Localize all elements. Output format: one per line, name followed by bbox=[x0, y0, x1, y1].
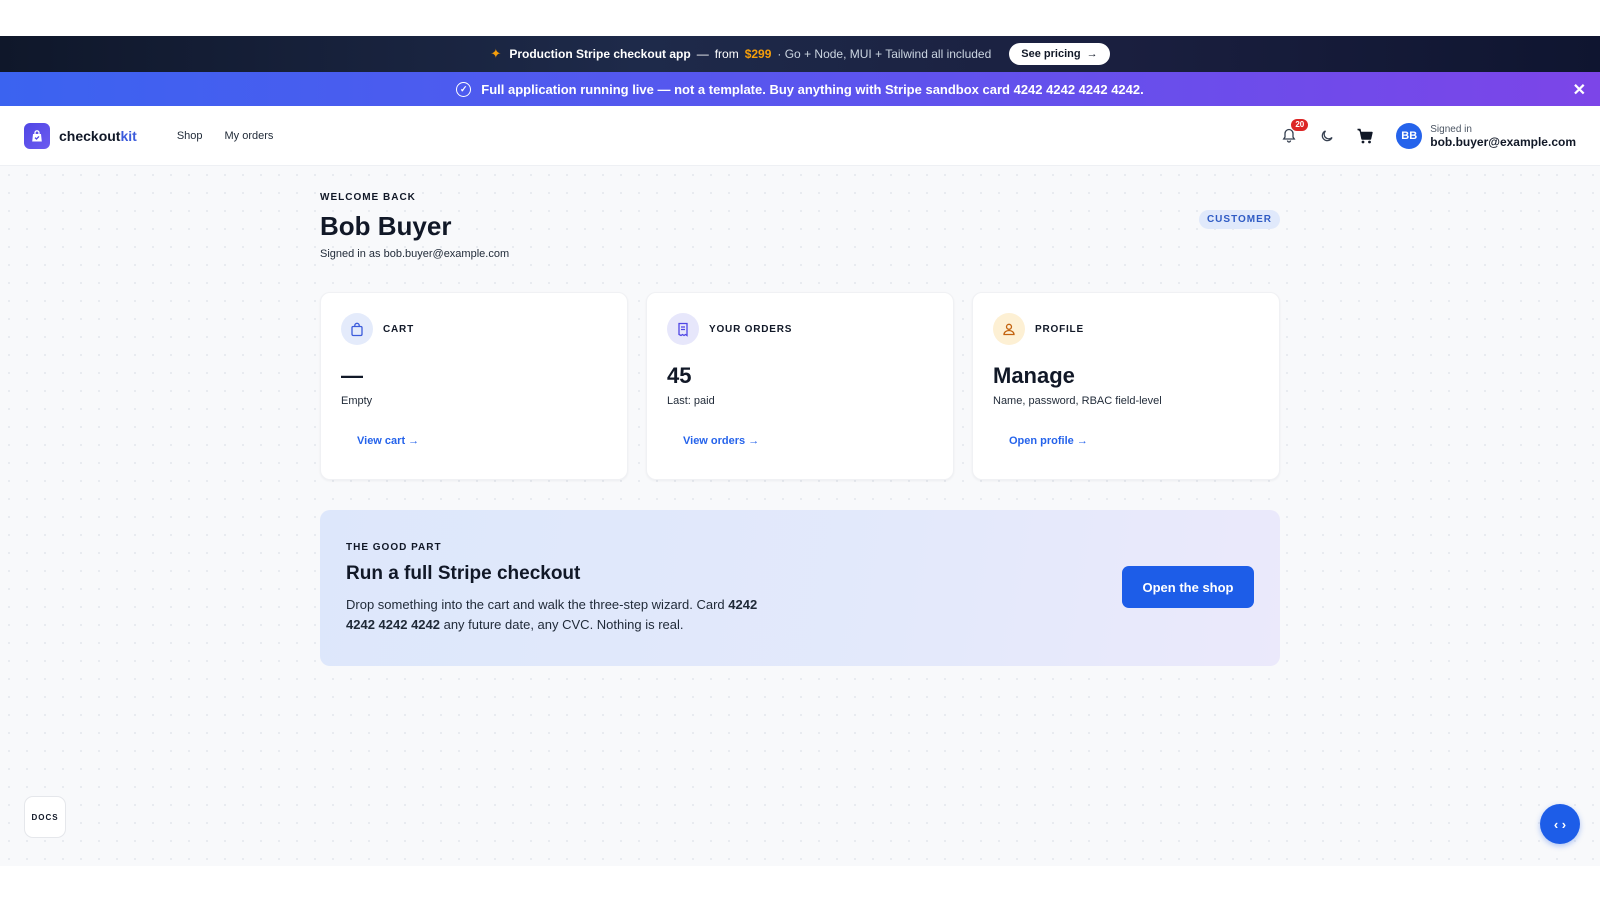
nav-links: Shop My orders bbox=[177, 130, 274, 142]
view-cart-link[interactable]: View cart → bbox=[357, 435, 419, 447]
cart-icon[interactable] bbox=[1356, 127, 1374, 145]
sparkle-icon: ✦ bbox=[490, 46, 502, 61]
moon-icon[interactable] bbox=[1320, 129, 1334, 143]
good-part-card: THE GOOD PART Run a full Stripe checkout… bbox=[320, 510, 1280, 666]
user-info: Signed in bob.buyer@example.com bbox=[1430, 124, 1576, 148]
logo[interactable]: checkoutkit bbox=[24, 122, 137, 149]
good-part-eyebrow: THE GOOD PART bbox=[346, 542, 442, 553]
top-nav: checkoutkit Shop My orders 20 BB Signed … bbox=[0, 106, 1600, 166]
profile-card: PROFILE Manage Name, password, RBAC fiel… bbox=[972, 292, 1280, 480]
orders-card: YOUR ORDERS 45 Last: paid View orders → bbox=[646, 292, 954, 480]
signed-in-text: Signed in as bob.buyer@example.com bbox=[320, 248, 510, 260]
logo-accent: kit bbox=[120, 127, 137, 144]
browser-top-margin bbox=[0, 0, 1600, 36]
nav-link-shop[interactable]: Shop bbox=[177, 130, 203, 142]
promo-from: from bbox=[714, 47, 739, 61]
see-pricing-label: See pricing bbox=[1021, 48, 1081, 60]
user-status-label: Signed in bbox=[1430, 123, 1472, 135]
logo-main: checkout bbox=[59, 127, 121, 144]
open-shop-button[interactable]: Open the shop bbox=[1122, 566, 1254, 608]
card-subtitle: Empty bbox=[341, 395, 373, 407]
summary-cards: CART — Empty View cart → YOUR ORDERS 45 … bbox=[320, 292, 1280, 480]
description-text-before: Drop something into the cart and walk th… bbox=[346, 597, 729, 612]
notice-text: Full application running live — not a te… bbox=[481, 81, 1144, 97]
card-value: Manage bbox=[993, 363, 1075, 388]
card-title: PROFILE bbox=[1035, 323, 1084, 335]
shopping-bag-icon bbox=[341, 313, 373, 345]
receipt-icon bbox=[667, 313, 699, 345]
good-part-title: Run a full Stripe checkout bbox=[346, 563, 581, 584]
avatar: BB bbox=[1396, 122, 1423, 149]
user-icon bbox=[993, 313, 1025, 345]
card-subtitle: Last: paid bbox=[667, 395, 715, 407]
logo-text: checkoutkit bbox=[59, 128, 137, 144]
good-part-description: Drop something into the cart and walk th… bbox=[346, 595, 776, 635]
card-title: YOUR ORDERS bbox=[709, 323, 793, 335]
card-value: 45 bbox=[667, 363, 692, 388]
page-title: Bob Buyer bbox=[320, 211, 452, 241]
dashboard-main: WELCOME BACK Bob Buyer Signed in as bob.… bbox=[0, 166, 1600, 866]
code-view-button[interactable]: ‹ › bbox=[1540, 804, 1580, 844]
role-badge: CUSTOMER bbox=[1198, 210, 1280, 229]
see-pricing-button[interactable]: See pricing → bbox=[1009, 43, 1110, 65]
card-subtitle: Name, password, RBAC field-level bbox=[993, 395, 1162, 407]
notification-count-badge: 20 bbox=[1291, 118, 1309, 131]
docs-button[interactable]: DOCS bbox=[24, 796, 66, 838]
card-title: CART bbox=[383, 323, 414, 335]
promo-title: Production Stripe checkout app bbox=[509, 47, 691, 61]
user-email: bob.buyer@example.com bbox=[1430, 134, 1576, 149]
promo-dash: — bbox=[696, 47, 709, 61]
view-orders-link[interactable]: View orders → bbox=[683, 435, 759, 447]
promo-bar: ✦ Production Stripe checkout app — from … bbox=[0, 36, 1600, 72]
card-value: — bbox=[341, 363, 363, 388]
browser-bottom-margin bbox=[0, 866, 1600, 900]
promo-price: $299 bbox=[744, 47, 772, 61]
user-menu[interactable]: BB Signed in bob.buyer@example.com bbox=[1396, 122, 1576, 149]
promo-details: · Go + Node, MUI + Tailwind all included bbox=[777, 47, 992, 61]
bag-logo-icon bbox=[24, 122, 50, 149]
welcome-section: WELCOME BACK Bob Buyer Signed in as bob.… bbox=[320, 192, 509, 260]
nav-link-my-orders[interactable]: My orders bbox=[225, 130, 274, 142]
description-text-after: any future date, any CVC. Nothing is rea… bbox=[439, 617, 684, 632]
close-icon[interactable]: ✕ bbox=[1573, 80, 1586, 100]
cart-card: CART — Empty View cart → bbox=[320, 292, 628, 480]
welcome-eyebrow: WELCOME BACK bbox=[320, 192, 416, 203]
nav-actions: 20 BB Signed in bob.buyer@example.com bbox=[1280, 118, 1576, 149]
open-profile-link[interactable]: Open profile → bbox=[1009, 435, 1088, 447]
arrow-right-icon: → bbox=[1086, 48, 1098, 60]
notifications-button[interactable]: 20 bbox=[1280, 118, 1309, 145]
check-circle-icon: ✓ bbox=[456, 81, 472, 97]
code-icon: ‹ › bbox=[1553, 816, 1567, 832]
notice-bar: ✓ Full application running live — not a … bbox=[0, 72, 1600, 106]
